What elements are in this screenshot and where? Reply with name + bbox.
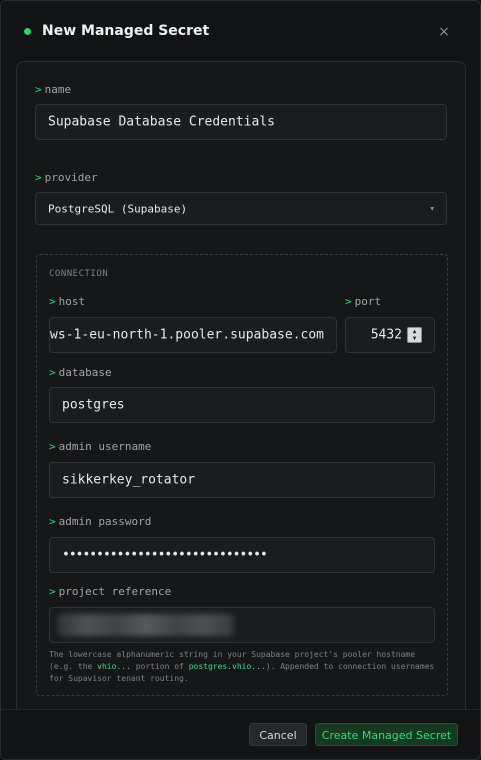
name-label: > name [35, 83, 72, 96]
admin-username-label: > admin username [49, 440, 152, 453]
status-dot-icon [24, 28, 31, 35]
form-card: > name Supabase Database Credentials > pro… [16, 61, 466, 709]
chevron-up-icon[interactable]: ▲ [408, 328, 421, 335]
port-input[interactable]: 5432 ▲ ▼ [345, 317, 435, 353]
redacted-value [58, 614, 234, 636]
modal-footer: Cancel Create Managed Secret [1, 709, 480, 759]
provider-select[interactable]: PostgreSQL (Supabase) ▼ [35, 192, 447, 225]
close-icon[interactable]: × [437, 24, 451, 40]
connection-section-title: CONNECTION [49, 269, 109, 279]
project-reference-label: > project reference [49, 585, 172, 598]
prompt-chevron-icon: > [49, 440, 56, 453]
new-secret-modal: New Managed Secret × > name Supabase Data… [0, 0, 481, 760]
prompt-chevron-icon: > [49, 366, 56, 379]
admin-password-label: > admin password [49, 515, 152, 528]
prompt-chevron-icon: > [35, 171, 42, 184]
name-input[interactable]: Supabase Database Credentials [35, 104, 447, 140]
prompt-chevron-icon: > [49, 585, 56, 598]
project-reference-input[interactable] [49, 607, 435, 643]
modal-header: New Managed Secret × [1, 1, 480, 61]
admin-password-input[interactable]: •••••••••••••••••••••••••••••• [49, 537, 435, 573]
chevron-down-icon[interactable]: ▼ [408, 335, 421, 342]
create-managed-secret-button[interactable]: Create Managed Secret [315, 723, 458, 746]
prompt-chevron-icon: > [49, 515, 56, 528]
project-reference-help-text: The lowercase alphanumeric string in you… [49, 650, 435, 683]
prompt-chevron-icon: > [49, 295, 56, 308]
provider-label: > provider [35, 171, 98, 184]
prompt-chevron-icon: > [35, 83, 42, 96]
host-input[interactable]: aws-1-eu-north-1.pooler.supabase.com [49, 317, 337, 353]
database-input[interactable]: postgres [49, 387, 435, 423]
host-label: > host [49, 295, 86, 308]
prompt-chevron-icon: > [345, 295, 352, 308]
database-label: > database [49, 366, 112, 379]
chevron-down-icon: ▼ [430, 205, 434, 212]
cancel-button[interactable]: Cancel [249, 723, 307, 746]
connection-section: CONNECTION > host aws-1-eu-north-1.pooler… [36, 254, 448, 696]
admin-username-input[interactable]: sikkerkey_rotator [49, 462, 435, 498]
port-stepper[interactable]: ▲ ▼ [407, 327, 422, 343]
modal-title: New Managed Secret [42, 23, 210, 39]
port-label: > port [345, 295, 382, 308]
